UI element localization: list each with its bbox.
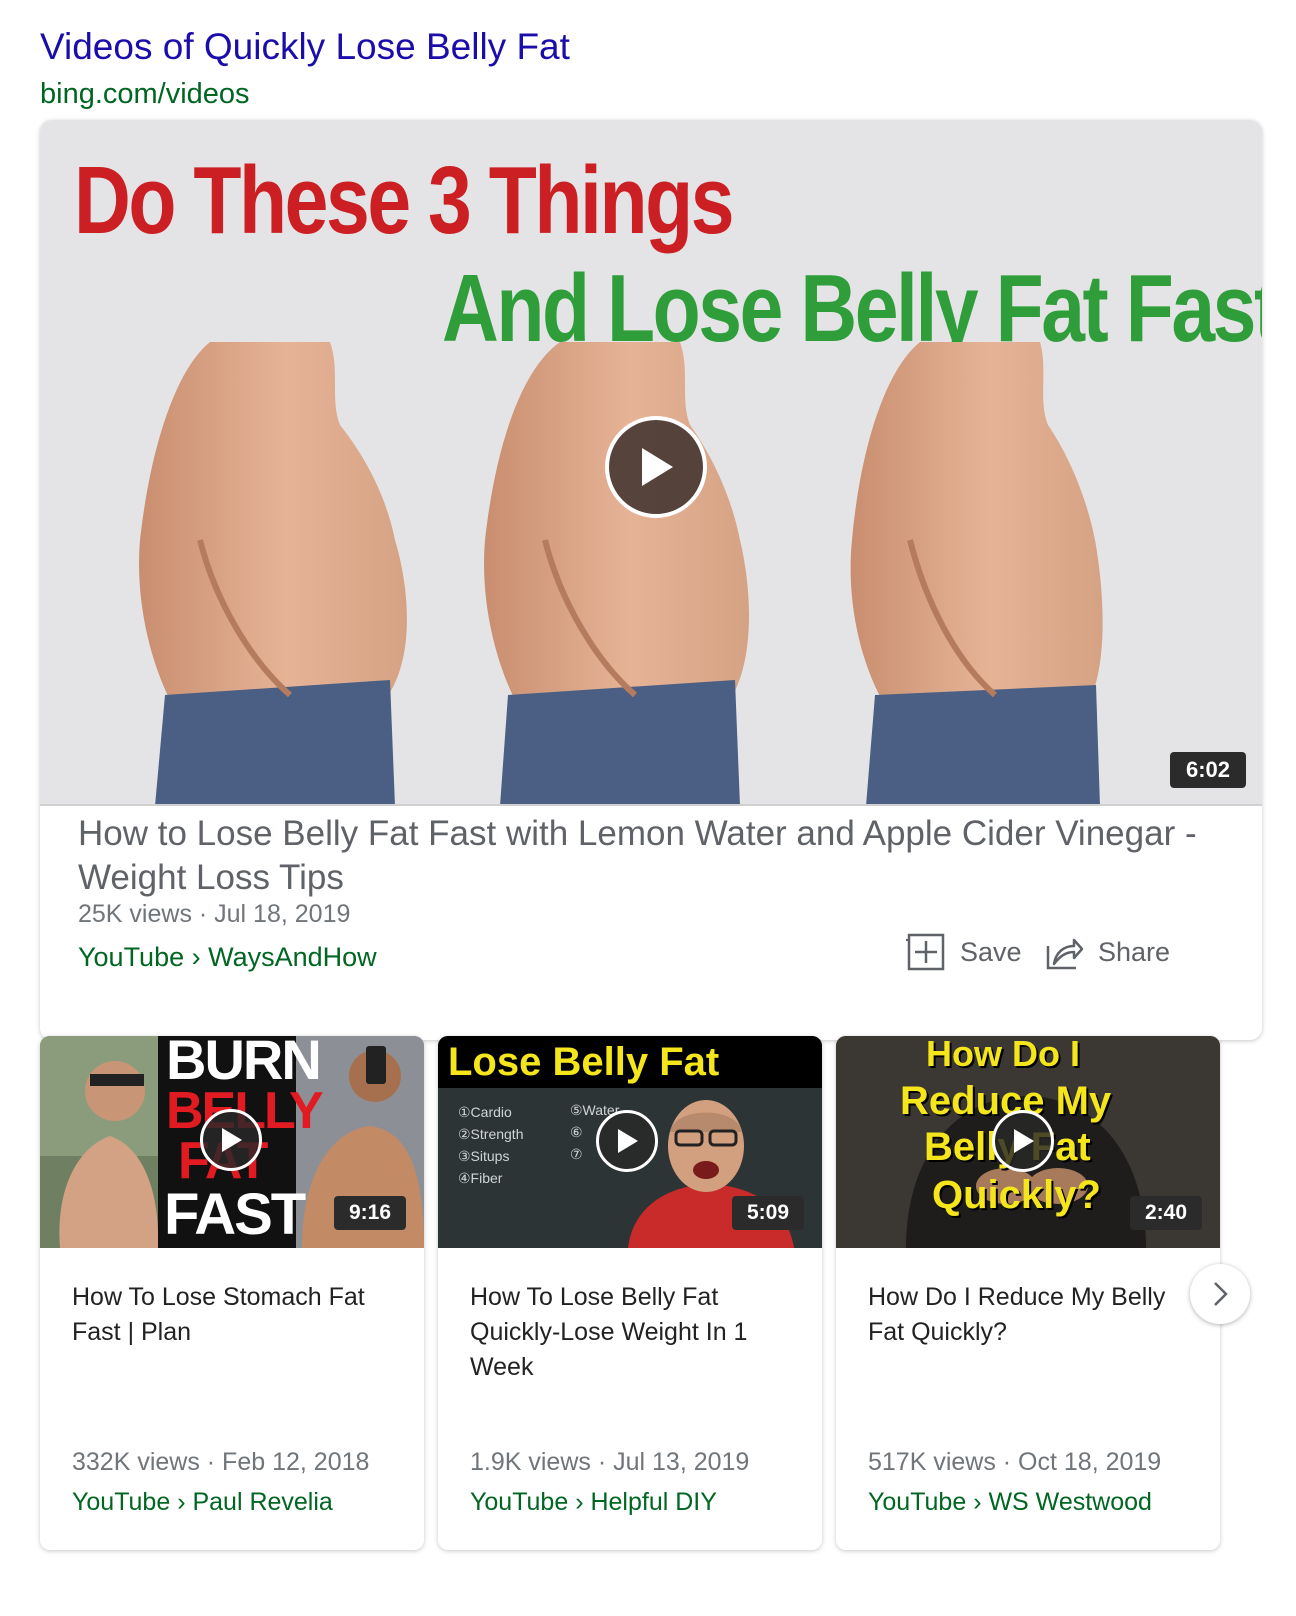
- video-meta: 332K views · Feb 12, 2018: [72, 1448, 370, 1476]
- video-meta: 1.9K views · Jul 13, 2019: [470, 1448, 750, 1476]
- thumbnail-word-fast: FAST: [164, 1182, 306, 1247]
- play-button[interactable]: [200, 1109, 262, 1171]
- section-title-link[interactable]: Videos of Quickly Lose Belly Fat: [40, 24, 570, 70]
- carousel-next-button[interactable]: [1190, 1264, 1250, 1324]
- video-title[interactable]: How Do I Reduce My Belly Fat Quickly?: [868, 1280, 1192, 1350]
- play-icon: [642, 448, 673, 486]
- video-duration-badge: 9:16: [334, 1196, 406, 1230]
- video-thumbnail[interactable]: Lose Belly Fat ①Cardio ②Strength ③Situps…: [438, 1036, 822, 1248]
- share-label: Share: [1098, 936, 1171, 967]
- video-duration-badge: 6:02: [1170, 752, 1246, 788]
- video-source[interactable]: YouTube › Paul Revelia: [72, 1488, 333, 1517]
- video-card[interactable]: BURN BELLY FAT FAST 9:16 How To Lose Sto…: [40, 1036, 424, 1550]
- play-icon: [618, 1129, 638, 1153]
- video-results-section: Videos of Quickly Lose Belly Fat bing.co…: [0, 0, 1296, 1616]
- share-button[interactable]: Share: [1044, 930, 1170, 974]
- featured-video-title[interactable]: How to Lose Belly Fat Fast with Lemon Wa…: [78, 812, 1218, 900]
- play-button[interactable]: [596, 1110, 658, 1172]
- featured-video-thumbnail[interactable]: Do These 3 Things And Lose Belly Fat Fas…: [40, 120, 1262, 806]
- video-duration-badge: 5:09: [732, 1196, 804, 1230]
- video-card[interactable]: Lose Belly Fat ①Cardio ②Strength ③Situps…: [438, 1036, 822, 1550]
- video-meta: 517K views · Oct 18, 2019: [868, 1448, 1162, 1476]
- play-icon: [1014, 1129, 1034, 1153]
- video-source[interactable]: YouTube › Helpful DIY: [470, 1488, 717, 1517]
- featured-video-card[interactable]: Do These 3 Things And Lose Belly Fat Fas…: [40, 120, 1262, 1040]
- thumbnail-line-1: How Do I: [926, 1036, 1080, 1074]
- featured-video-meta: 25K views · Jul 18, 2019: [78, 900, 351, 928]
- play-icon: [222, 1128, 242, 1152]
- featured-video-source[interactable]: YouTube › WaysAndHow: [78, 942, 377, 973]
- video-duration-badge: 2:40: [1130, 1196, 1202, 1230]
- video-title[interactable]: How To Lose Stomach Fat Fast | Plan: [72, 1280, 396, 1350]
- play-button[interactable]: [605, 416, 707, 518]
- thumbnail-line-4: Quickly?: [932, 1173, 1101, 1217]
- add-box-icon: [906, 933, 945, 971]
- video-source[interactable]: YouTube › WS Westwood: [868, 1488, 1152, 1517]
- section-source-url: bing.com/videos: [40, 78, 250, 110]
- video-thumbnail[interactable]: BURN BELLY FAT FAST 9:16: [40, 1036, 424, 1248]
- video-thumbnail[interactable]: How Do I Reduce My Belly Fat Quickly? 2:…: [836, 1036, 1220, 1248]
- torso-1: [139, 342, 407, 804]
- torso-2: [484, 342, 750, 804]
- share-arrow-icon: [1046, 938, 1084, 970]
- video-title[interactable]: How To Lose Belly Fat Quickly-Lose Weigh…: [470, 1280, 794, 1385]
- save-label: Save: [960, 936, 1022, 967]
- thumbnail-word-burn: BURN: [166, 1036, 322, 1091]
- video-card[interactable]: How Do I Reduce My Belly Fat Quickly? 2:…: [836, 1036, 1220, 1550]
- save-button[interactable]: Save: [906, 930, 1022, 974]
- play-button[interactable]: [992, 1110, 1054, 1172]
- torso-3: [850, 342, 1103, 804]
- chevron-right-icon: [1214, 1282, 1228, 1306]
